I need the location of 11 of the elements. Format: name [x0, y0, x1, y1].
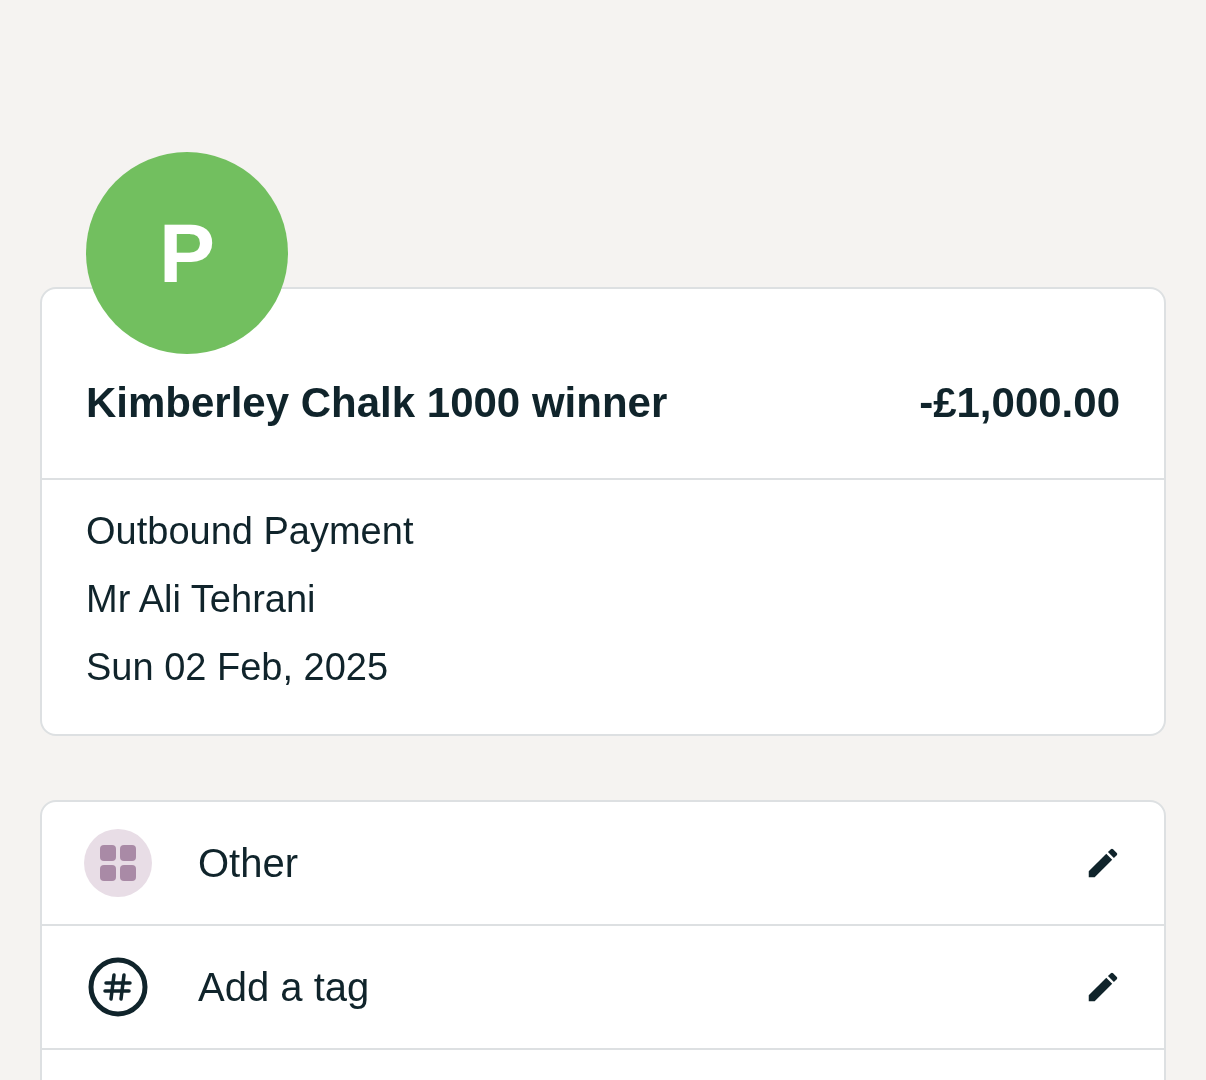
action-label: Add a tag: [198, 964, 371, 1011]
transaction-detail: Sun 02 Feb, 2025: [86, 645, 390, 690]
action-row[interactable]: Other: [42, 802, 1164, 926]
action-label: Other: [198, 840, 300, 887]
transaction-detail: Outbound Payment: [86, 509, 415, 554]
action-row[interactable]: Add a tag: [42, 926, 1164, 1050]
transaction-detail: Mr Ali Tehrani: [86, 577, 317, 622]
transaction-amount: -£1,000.00: [919, 378, 1120, 428]
avatar: P: [86, 152, 288, 354]
transaction-title: Kimberley Chalk 1000 winner: [86, 378, 668, 428]
category-grid-icon: [84, 829, 152, 897]
